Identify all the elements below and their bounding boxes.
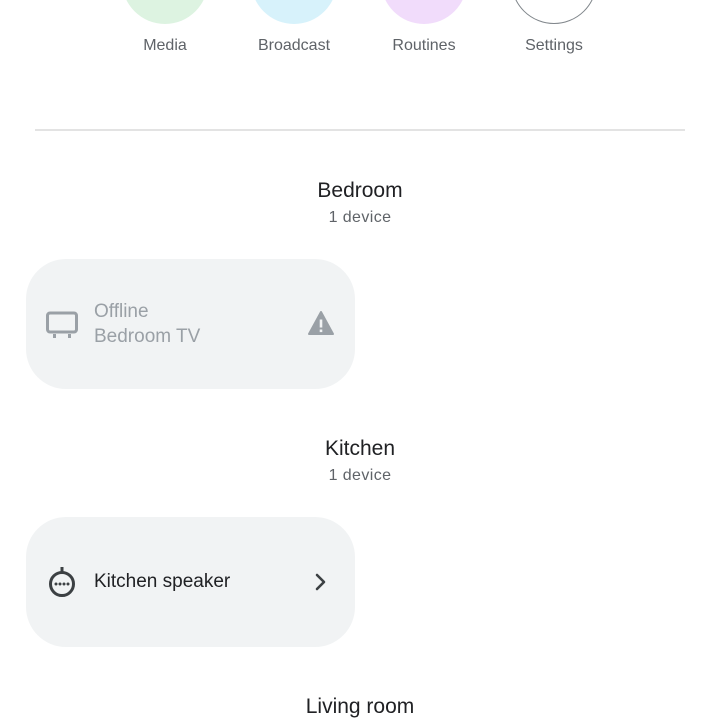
speaker-icon	[49, 567, 75, 597]
quick-action-label: Media	[143, 37, 187, 54]
quick-action-label: Broadcast	[257, 37, 331, 54]
room-title-kitchen: Kitchen	[324, 437, 396, 460]
device-name: Kitchen speaker	[94, 571, 231, 592]
media-icon	[122, 0, 208, 24]
broadcast-icon	[251, 0, 337, 24]
tv-icon	[46, 311, 78, 338]
device-card-bedroom-tv[interactable]: Offline Bedroom TV	[26, 259, 355, 389]
room-device-count-bedroom: 1 device	[328, 209, 392, 226]
device-name: Bedroom TV	[94, 326, 201, 347]
chevron-right-icon	[315, 573, 326, 591]
room-title-bedroom: Bedroom	[317, 179, 403, 202]
warning-icon	[308, 311, 334, 335]
settings-icon	[511, 0, 597, 24]
quick-action-label: Settings	[525, 37, 583, 54]
routines-icon	[381, 0, 467, 24]
section-divider	[35, 129, 685, 131]
quick-action-label: Routines	[392, 37, 456, 54]
room-title-living-room: Living room	[305, 695, 415, 718]
room-device-count-kitchen: 1 device	[328, 467, 392, 484]
device-status: Offline	[94, 301, 149, 322]
quick-actions-row: Media Broadcast Routines Settings	[0, 0, 720, 70]
device-card-kitchen-speaker[interactable]: Kitchen speaker	[26, 517, 355, 647]
